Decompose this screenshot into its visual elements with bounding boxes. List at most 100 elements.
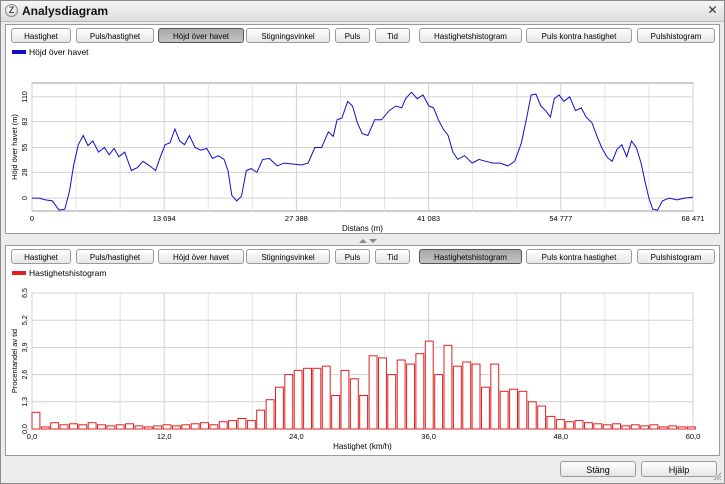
elevation-x-tick-label: 68 471 — [682, 214, 705, 223]
bottom-tab-0[interactable]: Hastighet — [11, 249, 71, 264]
elevation-x-tick-label: 41 083 — [417, 214, 440, 223]
histogram-x-tick-label: 48,0 — [553, 432, 568, 441]
histogram-bar — [134, 425, 144, 430]
histogram-bar — [312, 367, 322, 430]
bottom-tab-2[interactable]: Höjd över havet — [158, 249, 244, 264]
histogram-bar — [190, 423, 200, 430]
histogram-bar — [452, 365, 462, 430]
top-tab-0[interactable]: Hastighet — [11, 28, 71, 43]
histogram-bar — [649, 424, 659, 430]
elevation-y-tick-label: 110 — [22, 91, 29, 102]
elevation-x-tick-label: 0 — [30, 214, 34, 223]
close-button[interactable]: Stäng — [560, 461, 636, 477]
histogram-y-tick-label: 1,3 — [22, 397, 29, 407]
histogram-bar — [359, 395, 369, 430]
histogram-x-tick-label: 24,0 — [289, 432, 304, 441]
histogram-bar — [265, 399, 275, 430]
bottom-tab-8[interactable]: Pulshistogram — [637, 249, 715, 264]
histogram-bar — [668, 425, 678, 430]
top-tab-8[interactable]: Pulshistogram — [637, 28, 715, 43]
histogram-bar — [546, 415, 556, 430]
histogram-bar — [181, 424, 191, 430]
elevation-chart: 0 13 694 27 388 41 083 54 777 68 471 0 28 55 83 11… — [10, 82, 705, 233]
histogram-bar — [172, 425, 181, 430]
top-tab-5[interactable]: Tid — [375, 28, 410, 43]
top-tab-2[interactable]: Höjd över havet — [158, 28, 244, 43]
histogram-bar — [125, 423, 134, 430]
histogram-bar — [331, 395, 341, 430]
histogram-bar — [228, 420, 238, 430]
histogram-bar — [406, 363, 416, 430]
top-tab-4[interactable]: Puls — [335, 28, 370, 43]
histogram-bar — [555, 419, 565, 430]
histogram-y-tick-label: 2,6 — [22, 370, 29, 380]
bottom-tab-6[interactable]: Hastighetshistogram — [419, 249, 522, 264]
histogram-y-axis-label: Procentandel av tid — [10, 329, 19, 393]
histogram-bar — [246, 420, 256, 430]
histogram-bar — [434, 374, 444, 430]
histogram-bar — [293, 369, 303, 430]
bottom-tab-4[interactable]: Puls — [335, 249, 370, 264]
histogram-y-tick-label: 5,2 — [22, 315, 29, 325]
histogram-bar — [537, 405, 547, 430]
panel-splitter[interactable] — [1, 237, 724, 245]
top-tab-7[interactable]: Puls kontra hastighet — [526, 28, 632, 43]
bottom-tab-7[interactable]: Puls kontra hastighet — [526, 249, 632, 264]
bottom-tab-bar: Hastighet Puls/hastighet Höjd över havet St… — [6, 246, 719, 268]
splitter-up-arrow-icon[interactable] — [359, 239, 367, 243]
help-button[interactable]: Hjälp — [641, 461, 717, 477]
histogram-bar — [518, 390, 528, 430]
histogram-bar — [396, 359, 406, 430]
top-tab-1[interactable]: Puls/hastighet — [76, 28, 154, 43]
top-tab-6[interactable]: Hastighetshistogram — [419, 28, 522, 43]
bottom-tab-3[interactable]: Stigningsvinkel — [246, 249, 330, 264]
histogram-bar — [303, 367, 313, 430]
histogram-bar — [340, 369, 350, 430]
histogram-bar — [106, 425, 116, 430]
histogram-bar — [31, 411, 41, 430]
histogram-bar — [153, 425, 163, 430]
histogram-bar — [677, 426, 687, 430]
elevation-panel: Hastighet Puls/hastighet Höjd över havet St… — [5, 24, 720, 234]
resize-grip-icon[interactable] — [712, 471, 722, 481]
title-bar[interactable]: Z Analysdiagram ✕ — [1, 1, 724, 22]
elevation-x-tick-label: 54 777 — [549, 214, 572, 223]
close-window-icon[interactable]: ✕ — [706, 4, 719, 17]
top-tab-3[interactable]: Stigningsvinkel — [246, 28, 330, 43]
bottom-tab-5[interactable]: Tid — [375, 249, 410, 264]
histogram-bar — [462, 361, 472, 430]
histogram-bar — [284, 374, 294, 430]
histogram-x-tick-label: 36,0 — [421, 432, 436, 441]
histogram-bar — [687, 426, 696, 430]
speed-histogram-chart: 0,0 12,0 24,0 36,0 48,0 60,00,01,32,63,95,26,… — [10, 288, 701, 451]
histogram-bar — [50, 422, 60, 430]
histogram-bar — [640, 425, 650, 430]
histogram-bar — [349, 378, 359, 430]
histogram-bar — [97, 424, 106, 430]
histogram-bar — [78, 424, 88, 430]
histogram-bar — [490, 363, 500, 430]
histogram-x-tick-label: 60,0 — [686, 432, 701, 441]
histogram-bar — [471, 363, 481, 430]
histogram-y-tick-label: 6,5 — [22, 288, 29, 298]
histogram-bar — [443, 344, 453, 430]
histogram-bar — [527, 401, 537, 430]
elevation-x-tick-label: 27 388 — [285, 214, 308, 223]
histogram-bar — [218, 421, 228, 430]
histogram-bar — [69, 423, 78, 430]
elevation-y-axis-label: Höjd över havet (m) — [10, 114, 19, 180]
bottom-tab-1[interactable]: Puls/hastighet — [76, 249, 154, 264]
histogram-bar — [658, 426, 668, 430]
elevation-y-tick-label: 83 — [22, 118, 29, 126]
splitter-down-arrow-icon[interactable] — [369, 239, 377, 243]
elevation-x-tick-label: 13 694 — [153, 214, 176, 223]
histogram-bar — [574, 420, 584, 430]
elevation-x-axis-label: Distans (m) — [342, 224, 383, 233]
elevation-y-tick-label: 28 — [22, 168, 29, 176]
histogram-bar — [87, 422, 97, 430]
histogram-bar — [387, 374, 397, 430]
histogram-y-tick-label: 3,9 — [22, 342, 29, 352]
histogram-bar — [378, 357, 387, 430]
histogram-bar — [321, 365, 331, 430]
speed-histogram-panel: Hastighet Puls/hastighet Höjd över havet St… — [5, 245, 720, 456]
